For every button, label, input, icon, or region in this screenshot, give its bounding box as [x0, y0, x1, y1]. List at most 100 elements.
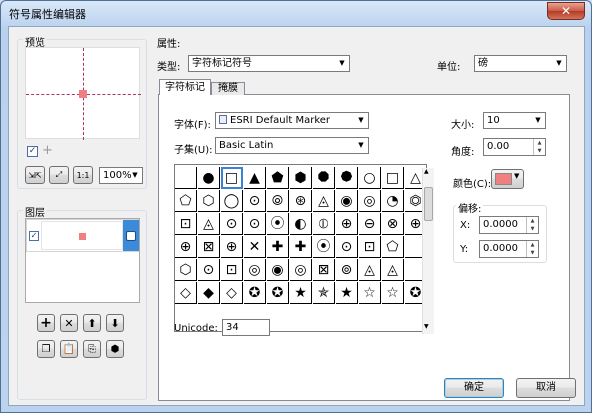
offset-y-stepper[interactable]: 0.0000 ▲ ▼: [479, 240, 539, 258]
symbol-cell[interactable]: [175, 167, 197, 189]
layer-row[interactable]: ✓: [26, 219, 139, 252]
symbol-cell[interactable]: ◬: [382, 259, 404, 281]
symbol-cell[interactable]: ◇: [175, 282, 197, 304]
symbol-cell[interactable]: ○: [359, 167, 381, 189]
symbol-cell[interactable]: ⊙: [244, 190, 266, 212]
symbol-cell[interactable]: ⬟: [267, 167, 289, 189]
symbol-cell[interactable]: ✚: [267, 236, 289, 258]
symbol-cell[interactable]: ⬢: [290, 167, 312, 189]
layer-visible-checkbox[interactable]: ✓: [29, 231, 39, 241]
symbol-cell[interactable]: ⊕: [175, 236, 197, 258]
tab-character-marker[interactable]: 字符标记: [159, 79, 211, 95]
cancel-button[interactable]: 取消: [516, 378, 576, 398]
symbol-cell[interactable]: ◉: [267, 259, 289, 281]
symbol-cell[interactable]: ⊗: [382, 213, 404, 235]
symbol-cell[interactable]: ◇: [221, 282, 243, 304]
symbol-cell[interactable]: ★: [290, 282, 312, 304]
offset-x-stepper[interactable]: 0.0000 ▲ ▼: [479, 216, 539, 234]
symbol-cell[interactable]: ◉: [336, 190, 358, 212]
spin-arrows-icon[interactable]: ▲ ▼: [533, 139, 545, 155]
add-layer-button[interactable]: +: [37, 314, 55, 332]
symbol-cell[interactable]: ⊙: [221, 213, 243, 235]
tab-mask[interactable]: 掩膜: [211, 82, 245, 95]
color-picker-button[interactable]: ▼: [491, 169, 524, 189]
symbol-cell[interactable]: □: [221, 167, 243, 189]
symbol-grid-scrollbar[interactable]: ▲ ▼: [422, 168, 434, 334]
spin-arrows-icon[interactable]: ▲ ▼: [526, 217, 538, 233]
symbol-cell[interactable]: ⊕: [336, 213, 358, 235]
scrollbar-thumb[interactable]: [424, 187, 433, 221]
symbol-cell[interactable]: ◬: [198, 213, 220, 235]
symbol-cell[interactable]: ◎: [290, 259, 312, 281]
subset-select[interactable]: Basic Latin ▼: [215, 137, 369, 154]
symbol-grid[interactable]: ● □ ▲ ⬟ ⬢ ⯃ ⯄ ○ □ △ ⬠ ⬡ ◯ ⊙ ⦾ ⊛ ◬ ◉ ◎ ◔ ⏣ ⊡ ◬ ⊙ ⊙ ⦿ ◐ ⦶ ⊕ ⊖ ⊗ ⊕ ⊕ ⊠ ⊕ ✕ ✚ ✚ ⦿ ⊙…: [174, 164, 427, 332]
symbol-cell[interactable]: ✯: [313, 282, 335, 304]
symbol-cell[interactable]: ⬡: [198, 190, 220, 212]
symbol-cell[interactable]: ◎: [244, 259, 266, 281]
symbol-cell[interactable]: ⊛: [290, 190, 312, 212]
symbol-cell[interactable]: ★: [336, 282, 358, 304]
symbol-cell[interactable]: ✪: [267, 282, 289, 304]
preview-checkbox[interactable]: ✓: [27, 146, 38, 157]
symbol-cell[interactable]: ⦶: [313, 213, 335, 235]
symbol-cell[interactable]: ⦾: [267, 190, 289, 212]
symbol-cell[interactable]: ⦿: [313, 236, 335, 258]
symbol-cell[interactable]: ⊡: [175, 213, 197, 235]
symbol-cell[interactable]: ⊙: [198, 259, 220, 281]
type-select[interactable]: 字符标记符号 ▼: [188, 55, 350, 72]
symbol-cell[interactable]: ⊠: [198, 236, 220, 258]
symbol-cell[interactable]: ●: [198, 167, 220, 189]
symbol-cell[interactable]: ⊖: [359, 213, 381, 235]
move-up-button[interactable]: ⬆: [83, 314, 101, 332]
symbol-cell[interactable]: ⯃: [313, 167, 335, 189]
remove-layer-button[interactable]: ✕: [60, 314, 78, 332]
unit-label: 单位:: [437, 62, 461, 73]
symbol-cell[interactable]: ⬠: [175, 190, 197, 212]
font-select[interactable]: ESRI Default Marker ▼: [215, 112, 369, 129]
angle-stepper[interactable]: 0.00 ▲ ▼: [483, 138, 546, 156]
actual-size-button[interactable]: 1:1: [73, 166, 93, 184]
style-layer-button[interactable]: ⬢: [106, 340, 124, 358]
unit-select[interactable]: 磅 ▼: [474, 55, 567, 72]
unicode-field[interactable]: 34: [222, 319, 270, 336]
symbol-cell[interactable]: ◔: [382, 190, 404, 212]
symbol-cell[interactable]: ◆: [198, 282, 220, 304]
symbol-cell[interactable]: ◐: [290, 213, 312, 235]
layer-lock-button[interactable]: [123, 220, 139, 251]
symbol-cell[interactable]: ⬡: [175, 259, 197, 281]
symbol-cell[interactable]: ☆: [359, 282, 381, 304]
symbol-cell[interactable]: ⊡: [221, 259, 243, 281]
move-down-button[interactable]: ⬇: [106, 314, 124, 332]
symbol-cell[interactable]: ⊕: [221, 236, 243, 258]
symbol-cell[interactable]: ☆: [382, 282, 404, 304]
symbol-cell[interactable]: ⊙: [244, 213, 266, 235]
symbol-cell[interactable]: ▲: [244, 167, 266, 189]
symbol-cell[interactable]: ◎: [359, 190, 381, 212]
symbol-cell[interactable]: ◯: [221, 190, 243, 212]
zoom-fit-button[interactable]: ⇲⇱: [25, 166, 45, 184]
symbol-cell[interactable]: ⊙: [336, 236, 358, 258]
paste-layer-button[interactable]: 📋: [60, 340, 78, 358]
symbol-cell[interactable]: ◬: [359, 259, 381, 281]
symbol-cell[interactable]: □: [382, 167, 404, 189]
symbol-cell[interactable]: ✪: [244, 282, 266, 304]
symbol-cell[interactable]: ✚: [290, 236, 312, 258]
close-button[interactable]: ✕: [547, 2, 585, 20]
spin-arrows-icon[interactable]: ▲ ▼: [526, 241, 538, 257]
symbol-cell[interactable]: ◬: [313, 190, 335, 212]
symbol-cell[interactable]: ⊡: [359, 236, 381, 258]
symbol-cell[interactable]: ✕: [244, 236, 266, 258]
size-select[interactable]: 10 ▼: [483, 112, 546, 129]
symbol-cell[interactable]: ⊠: [313, 259, 335, 281]
symbol-cell[interactable]: ⯄: [336, 167, 358, 189]
zoom-select[interactable]: 100% ▼: [99, 167, 143, 184]
symbol-cell[interactable]: ⦿: [267, 213, 289, 235]
ok-button[interactable]: 确定: [444, 378, 504, 398]
import-layer-button[interactable]: ⎘: [83, 340, 101, 358]
copy-layer-button[interactable]: ❐: [37, 340, 55, 358]
one-to-one-icon: 1:1: [76, 170, 90, 180]
zoom-extent-button[interactable]: ⤢: [49, 166, 69, 184]
symbol-cell[interactable]: ⬠: [382, 236, 404, 258]
crosshair-icon[interactable]: +: [42, 143, 53, 158]
symbol-cell[interactable]: ⊚: [336, 259, 358, 281]
